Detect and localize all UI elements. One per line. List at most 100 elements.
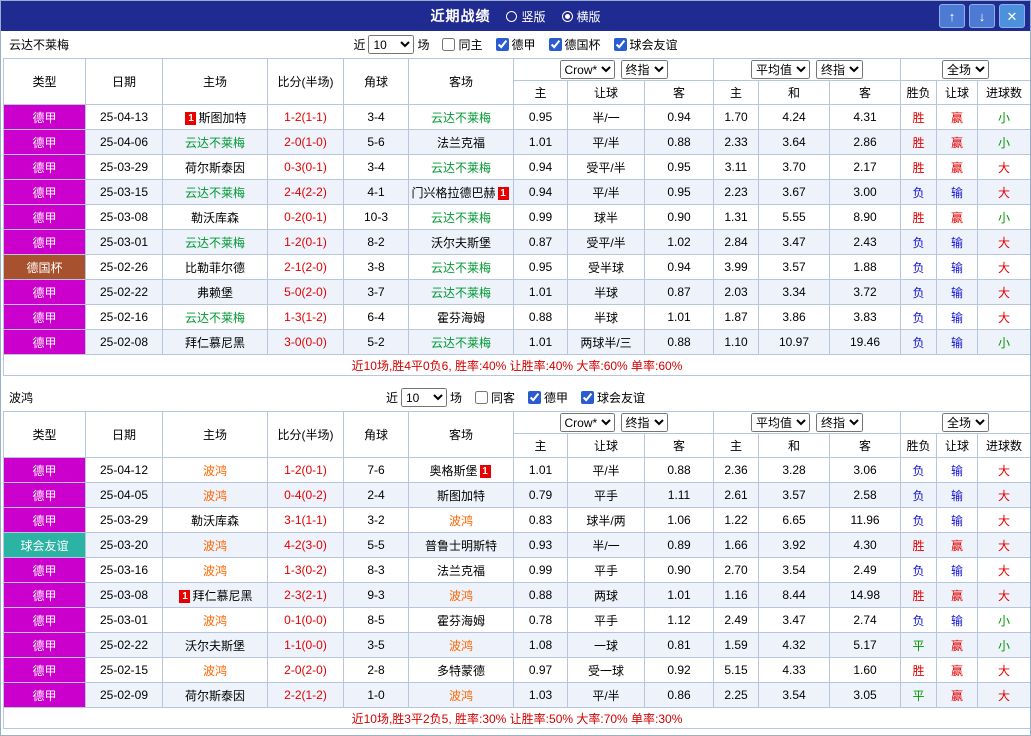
home-team-name: 勒沃库森 <box>190 210 239 225</box>
match-date: 25-03-08 <box>85 582 163 608</box>
corner-score-cell: 2-4 <box>343 482 409 508</box>
column-header: 让球 <box>567 433 645 458</box>
view-mode-radios: 竖版 横版 <box>490 8 601 25</box>
league-type-cell: 德甲 <box>3 104 86 130</box>
away-team-name: 霍芬海姆 <box>436 613 485 628</box>
view-option[interactable]: 横版 <box>561 8 601 25</box>
home-team-cell: 荷尔斯泰因 <box>162 682 268 708</box>
euro-draw-odds: 3.34 <box>758 279 830 305</box>
column-header: 让球 <box>936 80 979 105</box>
euro-home-odds: 5.15 <box>713 657 759 683</box>
filter-option[interactable]: 同主 <box>442 36 483 53</box>
scroll-down-button[interactable]: ↓ <box>969 4 995 28</box>
result-handicap: 赢 <box>936 154 979 180</box>
odds-company-select[interactable]: Crow* <box>559 413 615 432</box>
euro-home-odds: 2.36 <box>713 457 759 483</box>
away-team-name: 波鸿 <box>448 688 473 703</box>
filter-checkbox[interactable] <box>548 38 562 51</box>
filter-option[interactable]: 德国杯 <box>548 36 601 53</box>
home-team-cell: 荷尔斯泰因 <box>162 154 268 180</box>
away-team-name: 法兰克福 <box>436 563 485 578</box>
result-goals: 小 <box>977 607 1030 633</box>
odds-company-select[interactable]: Crow* <box>559 60 615 79</box>
result-goals: 大 <box>977 682 1030 708</box>
odds-stage-select[interactable]: 终指 <box>620 60 668 79</box>
result-handicap: 输 <box>936 254 979 280</box>
filter-checkbox[interactable] <box>495 38 509 51</box>
result-outcome: 胜 <box>900 657 938 683</box>
filter-checkbox[interactable] <box>442 38 456 51</box>
euro-source-select[interactable]: 平均值 <box>751 60 810 79</box>
euro-stage-select[interactable]: 终指 <box>816 413 863 432</box>
titlebar-buttons: ↑ ↓ ✕ <box>939 4 1025 28</box>
euro-draw-odds: 3.67 <box>758 179 830 205</box>
scroll-up-button[interactable]: ↑ <box>939 4 965 28</box>
column-header: 和 <box>758 433 830 458</box>
corner-score-cell: 3-4 <box>343 104 409 130</box>
scope-select[interactable]: 全场 <box>942 413 990 432</box>
filter-option[interactable]: 球会友谊 <box>581 389 645 406</box>
league-type-cell: 德甲 <box>3 279 86 305</box>
filter-checkbox[interactable] <box>613 38 627 51</box>
odds-stage-select[interactable]: 终指 <box>620 413 668 432</box>
away-team-cell: 云达不莱梅 <box>408 104 514 130</box>
euro-home-odds: 1.70 <box>713 104 759 130</box>
match-row: 德甲 25-03-29 荷尔斯泰因 0-3(0-1) 3-4 云达不莱梅 0.94 受平/半 0… <box>3 154 1030 180</box>
filter-option[interactable]: 同客 <box>474 389 515 406</box>
match-date: 25-03-08 <box>85 204 163 230</box>
filter-option[interactable]: 球会友谊 <box>613 36 678 53</box>
league-type-cell: 德甲 <box>3 179 86 205</box>
match-row: 德甲 25-04-13 1 斯图加特 1-2(1-1) 3-4 云达不莱梅 0.95 半/一 0.… <box>3 104 1030 130</box>
asian-away-odds: 0.88 <box>644 129 714 155</box>
result-handicap: 输 <box>936 482 979 508</box>
filter-checkbox[interactable] <box>581 391 595 404</box>
league-type-cell: 德甲 <box>3 582 86 608</box>
asian-home-odds: 1.01 <box>513 129 568 155</box>
score-cell: 2-0(1-0) <box>267 129 344 155</box>
euro-away-odds: 3.00 <box>828 179 902 205</box>
filter-checkbox[interactable] <box>474 391 488 404</box>
score-cell: 5-0(2-0) <box>267 279 344 305</box>
euro-home-odds: 1.31 <box>713 204 759 230</box>
match-date: 25-03-29 <box>85 154 163 180</box>
home-team-name: 拜仁慕尼黑 <box>192 588 253 603</box>
column-header: 主 <box>513 433 568 458</box>
euro-away-odds: 2.58 <box>828 482 902 508</box>
score-cell: 2-0(2-0) <box>267 657 344 683</box>
away-team-name: 波鸿 <box>448 638 473 653</box>
filter-option[interactable]: 德甲 <box>495 36 536 53</box>
result-outcome: 负 <box>900 304 938 330</box>
recent-count-select[interactable]: 10 <box>368 35 415 54</box>
result-outcome: 负 <box>900 179 938 205</box>
away-team-cell: 斯图加特 <box>408 482 514 508</box>
away-team-name: 云达不莱梅 <box>430 335 491 350</box>
result-handicap: 输 <box>936 229 979 255</box>
euro-draw-odds: 3.64 <box>758 129 830 155</box>
scope-select[interactable]: 全场 <box>942 60 990 79</box>
euro-away-odds: 3.72 <box>828 279 902 305</box>
filter-option[interactable]: 德甲 <box>528 389 568 406</box>
asian-home-odds: 0.99 <box>513 204 568 230</box>
euro-away-odds: 3.05 <box>828 682 902 708</box>
close-button[interactable]: ✕ <box>999 4 1025 28</box>
league-type-cell: 德甲 <box>3 129 86 155</box>
view-option[interactable]: 竖版 <box>506 8 546 25</box>
corner-score-cell: 6-4 <box>343 304 409 330</box>
away-team-cell: 波鸿 <box>408 682 514 708</box>
match-date: 25-03-15 <box>85 179 163 205</box>
filter-checkbox[interactable] <box>528 391 541 404</box>
asian-away-odds: 0.81 <box>644 632 714 658</box>
away-team-name: 云达不莱梅 <box>430 160 491 175</box>
asian-handicap: 平手 <box>567 482 645 508</box>
recent-count-select[interactable]: 10 <box>400 388 447 407</box>
team-section: 波鸿近 10 场同客 德甲 球会友谊 类型 日期 主场 比分(半场) 角球 客场 Crow* 终指 平均值… <box>1 384 1030 729</box>
home-team-cell: 比勒菲尔德 <box>162 254 268 280</box>
view-option-label: 横版 <box>576 9 601 24</box>
summary-row: 近10场,胜4平0负6, 胜率:40% 让胜率:40% 大率:60% 单率:60… <box>2 354 1030 376</box>
away-team-cell: 霍芬海姆 <box>408 607 514 633</box>
euro-stage-select[interactable]: 终指 <box>816 60 863 79</box>
euro-draw-odds: 5.55 <box>758 204 830 230</box>
home-team-name: 拜仁慕尼黑 <box>184 335 245 350</box>
euro-source-select[interactable]: 平均值 <box>751 413 810 432</box>
corner-score-cell: 5-5 <box>343 532 409 558</box>
